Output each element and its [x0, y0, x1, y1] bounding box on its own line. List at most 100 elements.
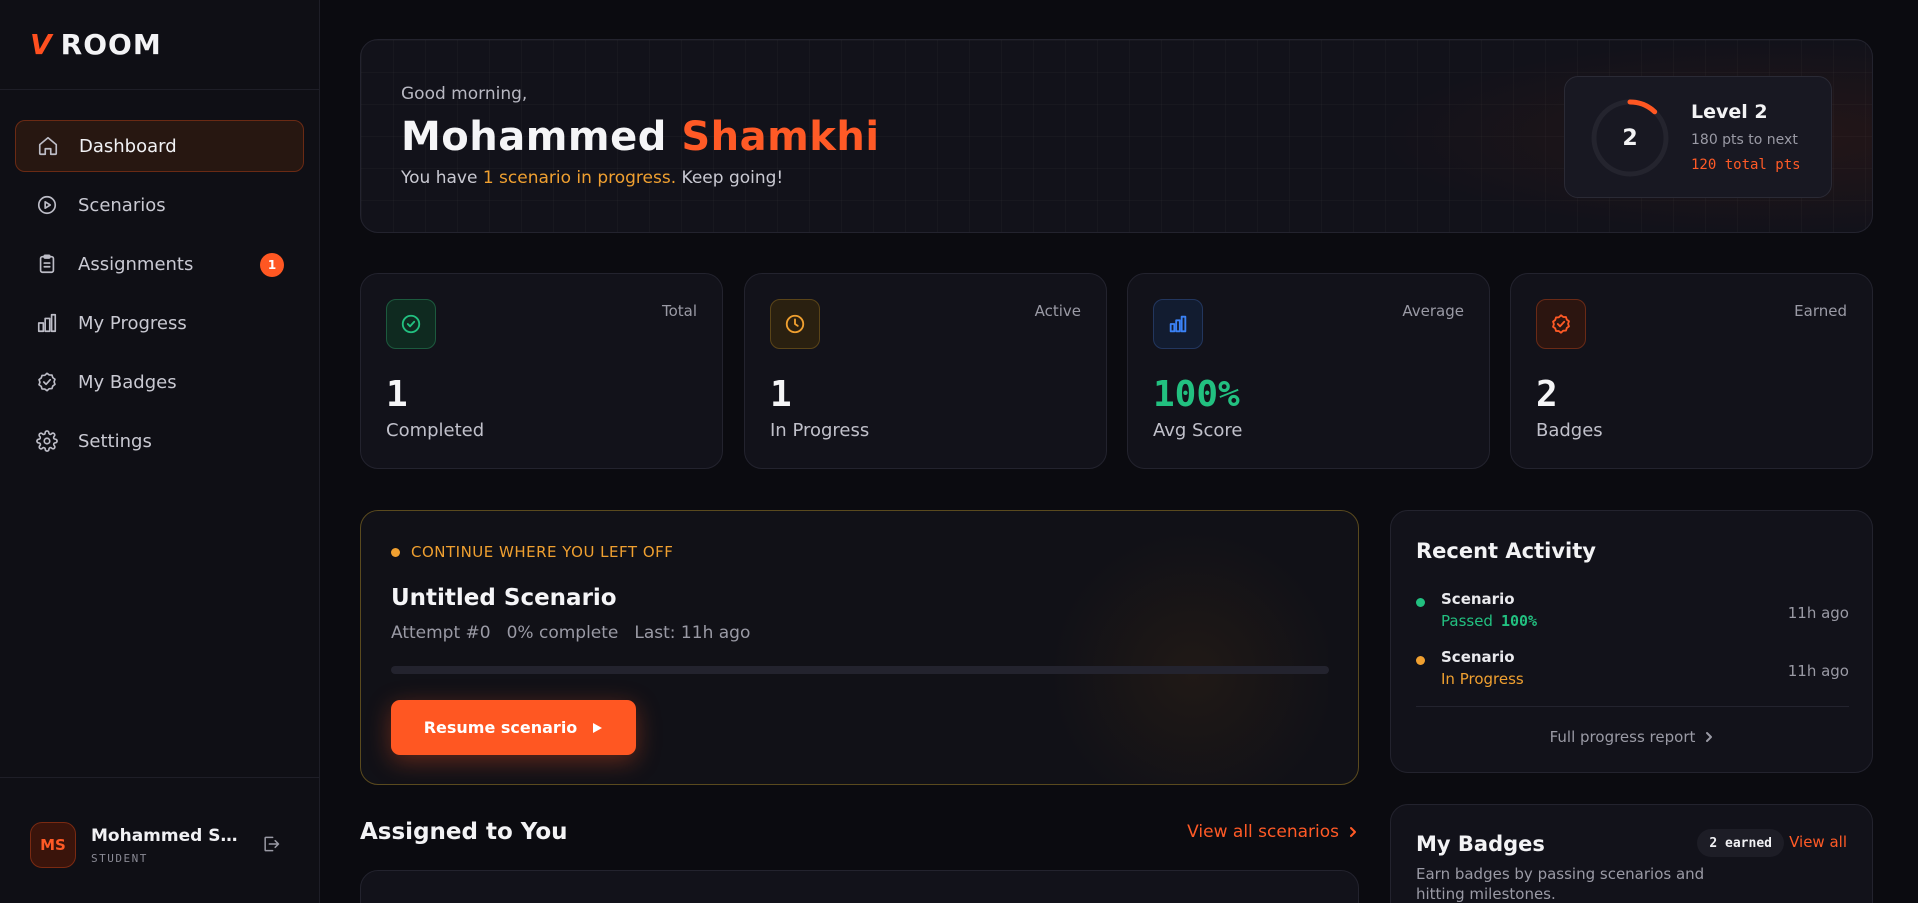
- assigned-scenario-card[interactable]: [360, 870, 1359, 903]
- sidebar-item-label: Assignments: [78, 253, 194, 275]
- sidebar-item-assignments[interactable]: Assignments 1: [15, 238, 304, 290]
- total-points: 120 total pts: [1691, 157, 1801, 173]
- clock-icon: [770, 299, 820, 349]
- clipboard-icon: [35, 252, 59, 276]
- scenario-meta: Attempt #0 0% complete Last: 11h ago: [391, 623, 766, 643]
- view-all-badges-link[interactable]: View all: [1789, 833, 1847, 851]
- badges-description: Earn badges by passing scenarios and hit…: [1416, 865, 1705, 903]
- sidebar-item-label: My Progress: [78, 312, 187, 334]
- bar-chart-icon: [1153, 299, 1203, 349]
- divider: [1416, 706, 1849, 707]
- activity-status-label: Passed: [1441, 612, 1493, 630]
- logo-name: ROOM: [60, 27, 162, 61]
- activity-score: 100%: [1500, 612, 1538, 630]
- stat-value: 2: [1536, 374, 1558, 415]
- stat-tag: Active: [1034, 302, 1081, 320]
- status-dot: [391, 547, 400, 557]
- sidebar-item-label: Scenarios: [78, 194, 166, 216]
- chevron-right-icon: [1706, 732, 1713, 742]
- stat-label: Badges: [1536, 420, 1603, 441]
- status-dot: [1416, 656, 1425, 665]
- sidebar-item-my-badges[interactable]: My Badges: [15, 356, 304, 408]
- user-name: Mohammed Sh...: [91, 825, 241, 846]
- sidebar-item-dashboard[interactable]: Dashboard: [15, 120, 304, 172]
- stat-value: 100%: [1153, 374, 1240, 415]
- gear-icon: [35, 429, 59, 453]
- play-circle-icon: [35, 193, 59, 217]
- level-title: Level 2: [1691, 101, 1768, 123]
- stat-label: In Progress: [770, 420, 870, 441]
- user-first-name: Mohammed: [401, 114, 667, 160]
- level-card: 2 Level 2 180 pts to next 120 total pts: [1564, 76, 1832, 198]
- sidebar-item-label: Settings: [78, 430, 152, 452]
- sidebar-divider: [0, 89, 320, 90]
- scenario-progress-bar: [391, 666, 1329, 674]
- activity-status: In Progress: [1441, 670, 1524, 688]
- stat-tag: Earned: [1794, 302, 1847, 320]
- resume-scenario-button[interactable]: Resume scenario: [391, 700, 636, 755]
- assignments-count-badge: 1: [260, 253, 284, 277]
- summary-highlight[interactable]: 1 scenario in progress.: [483, 168, 676, 188]
- logout-icon: [261, 836, 281, 858]
- stat-label: Avg Score: [1153, 420, 1243, 441]
- badge-check-icon: [35, 370, 59, 394]
- recent-activity-card: Recent Activity Scenario Passed 100% 11h …: [1390, 510, 1873, 773]
- level-number: 2: [1622, 125, 1638, 151]
- sidebar: V ROOM Dashboard Scenarios Assignments 1…: [0, 0, 320, 903]
- stat-tag: Total: [661, 302, 697, 320]
- attempt-number: Attempt #0: [391, 623, 491, 643]
- sidebar-divider: [0, 777, 320, 778]
- earned-count-badge: 2 earned: [1697, 829, 1784, 857]
- view-all-scenarios-link[interactable]: View all scenarios: [1187, 822, 1359, 842]
- view-all-label: View all scenarios: [1187, 822, 1339, 842]
- user-last-name: Shamkhi: [681, 114, 880, 160]
- scenario-title: Untitled Scenario: [391, 585, 617, 611]
- page-title: Mohammed Shamkhi: [401, 114, 880, 160]
- stat-card-in-progress: Active 1 In Progress: [744, 273, 1107, 469]
- bar-chart-icon: [35, 311, 59, 335]
- stat-value: 1: [770, 374, 792, 415]
- summary-prefix: You have: [401, 168, 483, 188]
- badge-check-icon: [1536, 299, 1586, 349]
- resume-label: Resume scenario: [423, 718, 578, 737]
- summary-suffix: Keep going!: [676, 168, 784, 188]
- full-progress-report-link[interactable]: Full progress report: [1416, 728, 1849, 746]
- activity-time: 11h ago: [1787, 604, 1849, 622]
- continue-tag: CONTINUE WHERE YOU LEFT OFF: [391, 543, 673, 561]
- user-info: Mohammed Sh... STUDENT: [91, 826, 241, 865]
- progress-summary: You have 1 scenario in progress. Keep go…: [401, 168, 783, 188]
- check-circle-icon: [386, 299, 436, 349]
- stat-card-badges: Earned 2 Badges: [1510, 273, 1873, 469]
- status-dot: [1416, 598, 1425, 607]
- stat-value: 1: [386, 374, 408, 415]
- welcome-banner: Good morning, Mohammed Shamkhi You have …: [360, 39, 1873, 233]
- logout-button[interactable]: [261, 834, 283, 856]
- greeting: Good morning,: [401, 84, 528, 104]
- logo-mark: V: [30, 27, 53, 61]
- activity-status: Passed 100%: [1441, 612, 1537, 630]
- sidebar-nav: Dashboard Scenarios Assignments 1 My Pro…: [15, 120, 304, 474]
- sidebar-item-my-progress[interactable]: My Progress: [15, 297, 304, 349]
- stat-tag: Average: [1402, 302, 1464, 320]
- app-logo[interactable]: V ROOM: [30, 27, 162, 61]
- home-icon: [36, 134, 60, 158]
- my-badges-title: My Badges: [1416, 832, 1545, 856]
- play-icon: [593, 722, 603, 733]
- sidebar-item-label: Dashboard: [79, 135, 177, 157]
- sidebar-item-label: My Badges: [78, 371, 177, 393]
- assigned-section-title: Assigned to You: [360, 819, 568, 845]
- activity-name: Scenario: [1441, 590, 1515, 608]
- stat-card-completed: Total 1 Completed: [360, 273, 723, 469]
- sidebar-item-settings[interactable]: Settings: [15, 415, 304, 467]
- card-glow: [1028, 531, 1328, 784]
- recent-activity-title: Recent Activity: [1416, 539, 1596, 563]
- my-badges-card: My Badges 2 earned View all Earn badges …: [1390, 804, 1873, 903]
- last-activity: Last: 11h ago: [634, 623, 751, 643]
- report-label: Full progress report: [1549, 728, 1696, 746]
- points-to-next: 180 pts to next: [1691, 132, 1798, 148]
- activity-name: Scenario: [1441, 648, 1515, 666]
- activity-time: 11h ago: [1787, 662, 1849, 680]
- continue-tag-label: CONTINUE WHERE YOU LEFT OFF: [411, 543, 674, 561]
- avatar[interactable]: MS: [30, 822, 76, 868]
- sidebar-item-scenarios[interactable]: Scenarios: [15, 179, 304, 231]
